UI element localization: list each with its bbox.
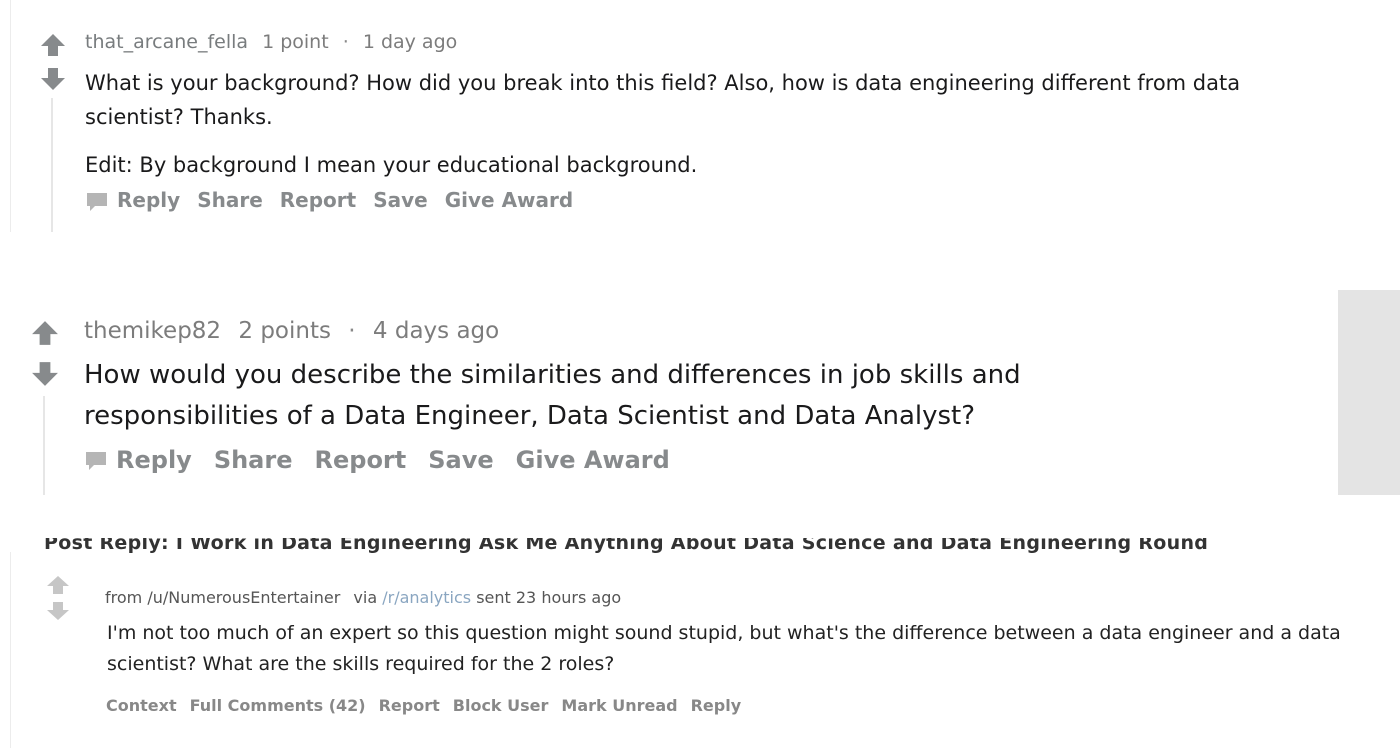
- comment-meta: that_arcane_fella 1 point · 1 day ago: [85, 31, 457, 53]
- comment-meta: themikep82 2 points · 4 days ago: [84, 318, 499, 344]
- comment-actions: Reply Share Report Save Give Award: [85, 188, 590, 213]
- reply-link[interactable]: Reply: [691, 696, 742, 715]
- message-subject-cropped: Post Reply: I Work in Data Engineering A…: [44, 538, 1224, 556]
- comment-time: 1 day ago: [362, 31, 458, 53]
- thread-line-outer: [10, 0, 11, 232]
- comment-author[interactable]: themikep82: [84, 318, 221, 344]
- comment-bubble-icon[interactable]: [84, 450, 108, 472]
- downvote-arrow-icon[interactable]: [45, 601, 71, 621]
- meta-separator: ·: [348, 318, 356, 344]
- reply-button[interactable]: Reply: [117, 188, 180, 212]
- comment-body: How would you describe the similarities …: [84, 360, 1021, 431]
- message-subject: Post Reply: I Work in Data Engineering A…: [44, 538, 1209, 556]
- thread-line-outer: [10, 552, 11, 748]
- message-meta: from /u/NumerousEntertainer via /r/analy…: [105, 588, 621, 607]
- comment-body: What is your background? How did you bre…: [85, 71, 1241, 129]
- thread-line[interactable]: [51, 98, 53, 232]
- via-label: via: [353, 588, 378, 607]
- message-time: sent 23 hours ago: [476, 588, 622, 607]
- comment-points: 1 point: [262, 31, 329, 53]
- downvote-arrow-icon[interactable]: [31, 361, 59, 387]
- message-author[interactable]: /u/NumerousEntertainer: [147, 588, 340, 607]
- upvote-arrow-icon[interactable]: [40, 33, 66, 57]
- upvote-arrow-icon[interactable]: [45, 575, 71, 595]
- block-user-link[interactable]: Block User: [453, 696, 549, 715]
- thread-line[interactable]: [43, 396, 45, 495]
- from-label: from: [105, 588, 143, 607]
- comment-edit-note: Edit: By background I mean your educatio…: [85, 153, 698, 177]
- save-button[interactable]: Save: [428, 446, 493, 474]
- downvote-arrow-icon[interactable]: [40, 67, 66, 91]
- share-button[interactable]: Share: [197, 188, 263, 212]
- report-link[interactable]: Report: [379, 696, 440, 715]
- reply-button[interactable]: Reply: [116, 446, 192, 474]
- comment-points: 2 points: [238, 318, 331, 344]
- upvote-arrow-icon[interactable]: [31, 320, 59, 346]
- message-body: I'm not too much of an expert so this qu…: [107, 622, 1341, 675]
- scrollbar-track[interactable]: [1338, 290, 1400, 495]
- share-button[interactable]: Share: [214, 446, 293, 474]
- report-button[interactable]: Report: [280, 188, 356, 212]
- full-comments-link[interactable]: Full Comments (42): [190, 696, 366, 715]
- mark-unread-link[interactable]: Mark Unread: [561, 696, 677, 715]
- comment-actions: Reply Share Report Save Give Award: [84, 446, 692, 474]
- subreddit-link[interactable]: /r/analytics: [382, 588, 471, 607]
- message-actions: Context Full Comments (42) Report Block Use…: [106, 696, 754, 715]
- meta-separator: ·: [342, 31, 349, 53]
- context-link[interactable]: Context: [106, 696, 177, 715]
- comment-author[interactable]: that_arcane_fella: [85, 31, 248, 53]
- give-award-button[interactable]: Give Award: [445, 188, 573, 212]
- comment-time: 4 days ago: [372, 318, 500, 344]
- report-button[interactable]: Report: [315, 446, 407, 474]
- give-award-button[interactable]: Give Award: [516, 446, 670, 474]
- comment-bubble-icon[interactable]: [85, 191, 109, 213]
- save-button[interactable]: Save: [373, 188, 428, 212]
